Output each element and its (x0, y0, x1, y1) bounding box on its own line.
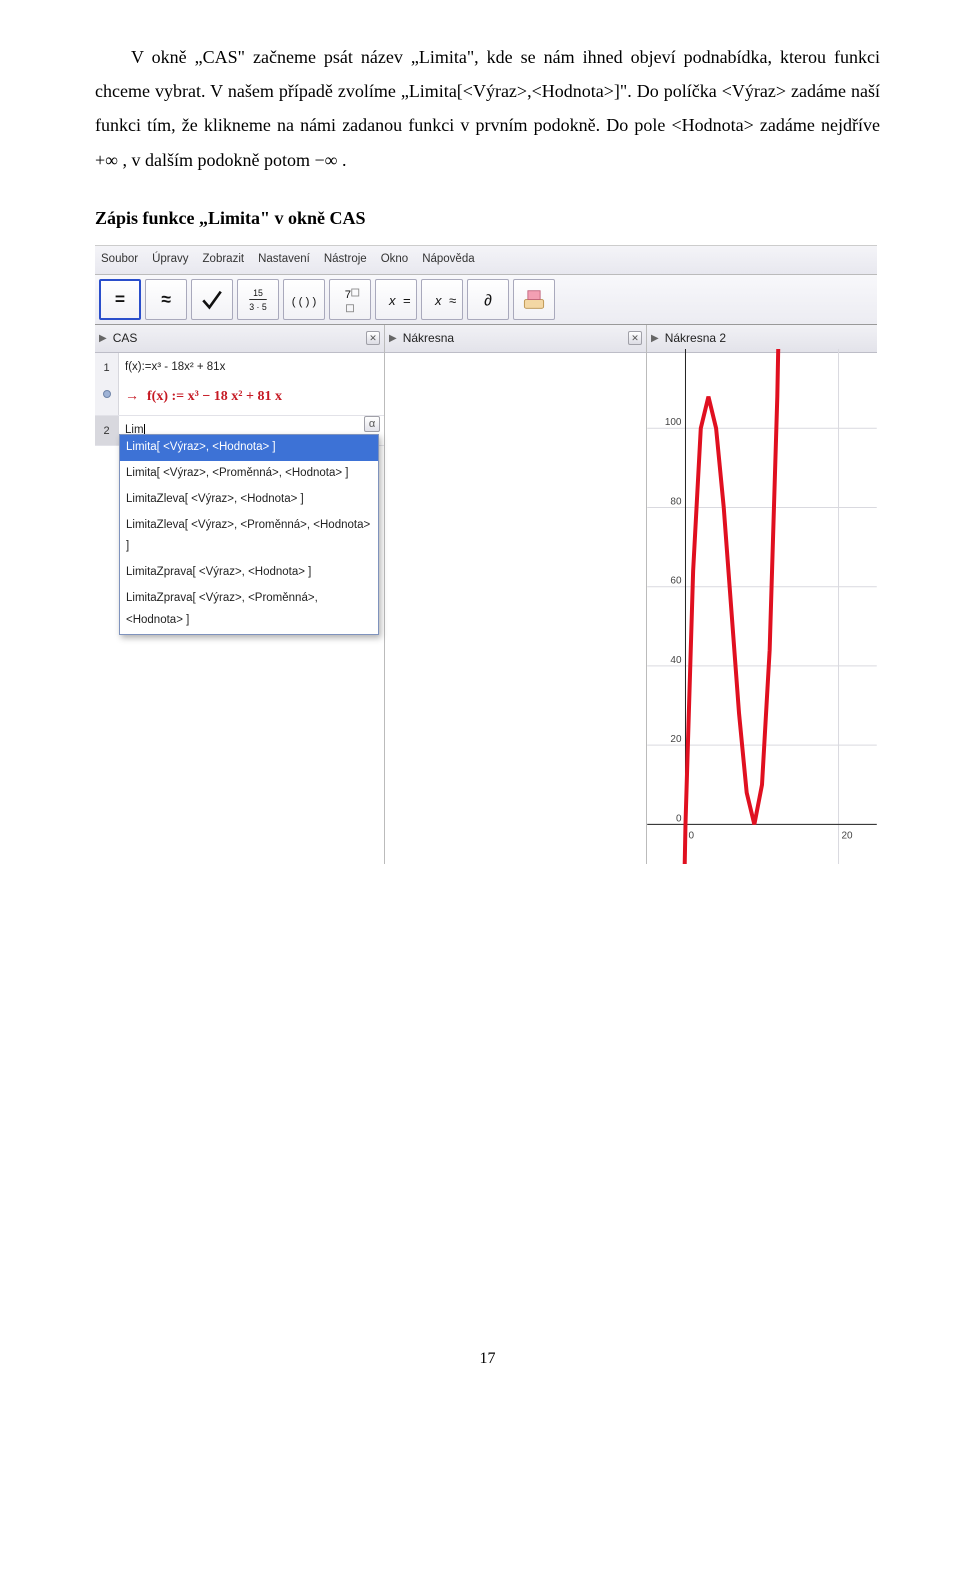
cas-row-2[interactable]: 2 Lim​ α Limita[ <Výraz>, <Hodnota> ] Li… (95, 416, 384, 446)
svg-text:80: 80 (670, 496, 682, 507)
suggest-item-0[interactable]: Limita[ <Výraz>, <Hodnota> ] (120, 435, 378, 461)
panel-nakresna-close-icon[interactable]: ✕ (628, 331, 642, 345)
svg-text:≈: ≈ (449, 293, 456, 308)
panel-cas-title: CAS (113, 327, 138, 350)
marble-icon (103, 390, 111, 398)
suggest-item-4[interactable]: LimitaZprava[ <Výraz>, <Hodnota> ] (120, 560, 378, 586)
svg-text:x: x (434, 293, 442, 308)
panel-cas-close-icon[interactable]: ✕ (366, 331, 380, 345)
svg-text:=: = (115, 289, 125, 309)
svg-text:15: 15 (253, 288, 263, 298)
svg-text:( ( ) ): ( ( ) ) (292, 296, 317, 308)
panel-cas: ▶ CAS ✕ 1 f(x):=x³ - 18x² + 81x →f(x) :=… (95, 325, 385, 864)
suggest-item-3[interactable]: LimitaZleva[ <Výraz>, <Proměnná>, <Hodno… (120, 513, 378, 561)
suggest-item-2[interactable]: LimitaZleva[ <Výraz>, <Hodnota> ] (120, 487, 378, 513)
menu-upravy[interactable]: Úpravy (152, 249, 188, 271)
panel-nakresna-header[interactable]: ▶ Nákresna ✕ (385, 325, 646, 353)
panel-nakresna: ▶ Nákresna ✕ (385, 325, 647, 864)
suggest-item-5[interactable]: LimitaZprava[ <Výraz>, <Proměnná>, <Hodn… (120, 586, 378, 634)
tool-delete[interactable] (513, 279, 555, 320)
menu-okno[interactable]: Okno (381, 249, 409, 271)
cas-row-1-output: →f(x) := x³ − 18 x² + 81 x (125, 384, 378, 411)
svg-text:x: x (388, 293, 396, 308)
chevron-right-icon: ▶ (99, 329, 107, 348)
tool-evaluate[interactable]: = (99, 279, 141, 320)
paragraph-1: V okně „CAS" začneme psát název „Limita"… (95, 40, 880, 177)
menu-napoveda[interactable]: Nápověda (422, 249, 474, 271)
menu-nastroje[interactable]: Nástroje (324, 249, 367, 271)
svg-text:≈: ≈ (161, 289, 171, 309)
menu-zobrazit[interactable]: Zobrazit (203, 249, 245, 271)
screenshot: Soubor Úpravy Zobrazit Nastavení Nástroj… (95, 245, 877, 864)
menu-nastaveni[interactable]: Nastavení (258, 249, 310, 271)
graph-plot[interactable]: 0 20 40 60 80 100 0 20 (647, 349, 877, 864)
panel-nakresna2-title: Nákresna 2 (665, 327, 726, 350)
tool-numeric[interactable]: ≈ (145, 279, 187, 320)
menu-soubor[interactable]: Soubor (101, 249, 138, 271)
panel-cas-header[interactable]: ▶ CAS ✕ (95, 325, 384, 353)
tool-substitute[interactable]: 7 (329, 279, 371, 320)
svg-text:20: 20 (670, 734, 682, 745)
cas-row-1-num: 1 (103, 362, 109, 374)
svg-text:40: 40 (670, 655, 682, 666)
suggest-item-1[interactable]: Limita[ <Výraz>, <Proměnná>, <Hodnota> ] (120, 461, 378, 487)
chevron-right-icon: ▶ (389, 329, 397, 348)
panel-nakresna-title: Nákresna (403, 327, 454, 350)
tool-solve[interactable]: x= (375, 279, 417, 320)
keyboard-icon[interactable]: α (364, 416, 380, 432)
svg-text:0: 0 (688, 830, 694, 841)
chevron-right-icon: ▶ (651, 329, 659, 348)
svg-text:60: 60 (670, 575, 682, 586)
autocomplete-list: Limita[ <Výraz>, <Hodnota> ] Limita[ <Vý… (119, 434, 379, 635)
tool-factor[interactable]: 15 3 · 5 (237, 279, 279, 320)
cas-row-1-input: f(x):=x³ - 18x² + 81x (125, 357, 378, 379)
page-number: 17 (95, 1344, 880, 1374)
cas-row-2-num: 2 (103, 425, 109, 437)
svg-text:0: 0 (676, 813, 682, 824)
cas-row-1[interactable]: 1 f(x):=x³ - 18x² + 81x →f(x) := x³ − 18… (95, 353, 384, 416)
svg-text:∂: ∂ (484, 292, 492, 309)
svg-text:3 · 5: 3 · 5 (249, 302, 267, 312)
svg-text:=: = (403, 293, 411, 308)
toolbar: = ≈ 153 · 5 ( ( ) ) 7 x= x≈ ∂ (95, 275, 877, 324)
panel-nakresna2: ▶ Nákresna 2 0 20 40 60 80 100 0 20 (647, 325, 877, 864)
figure-heading: Zápis funkce „Limita" v okně CAS (95, 201, 880, 235)
tool-derivative[interactable]: ∂ (467, 279, 509, 320)
svg-text:100: 100 (665, 417, 682, 428)
tool-expand[interactable]: ( ( ) ) (283, 279, 325, 320)
svg-text:7: 7 (345, 289, 351, 301)
tool-solve-numeric[interactable]: x≈ (421, 279, 463, 320)
tool-keep-input[interactable] (191, 279, 233, 320)
menu-bar: Soubor Úpravy Zobrazit Nastavení Nástroj… (95, 246, 877, 275)
svg-text:20: 20 (842, 830, 854, 841)
